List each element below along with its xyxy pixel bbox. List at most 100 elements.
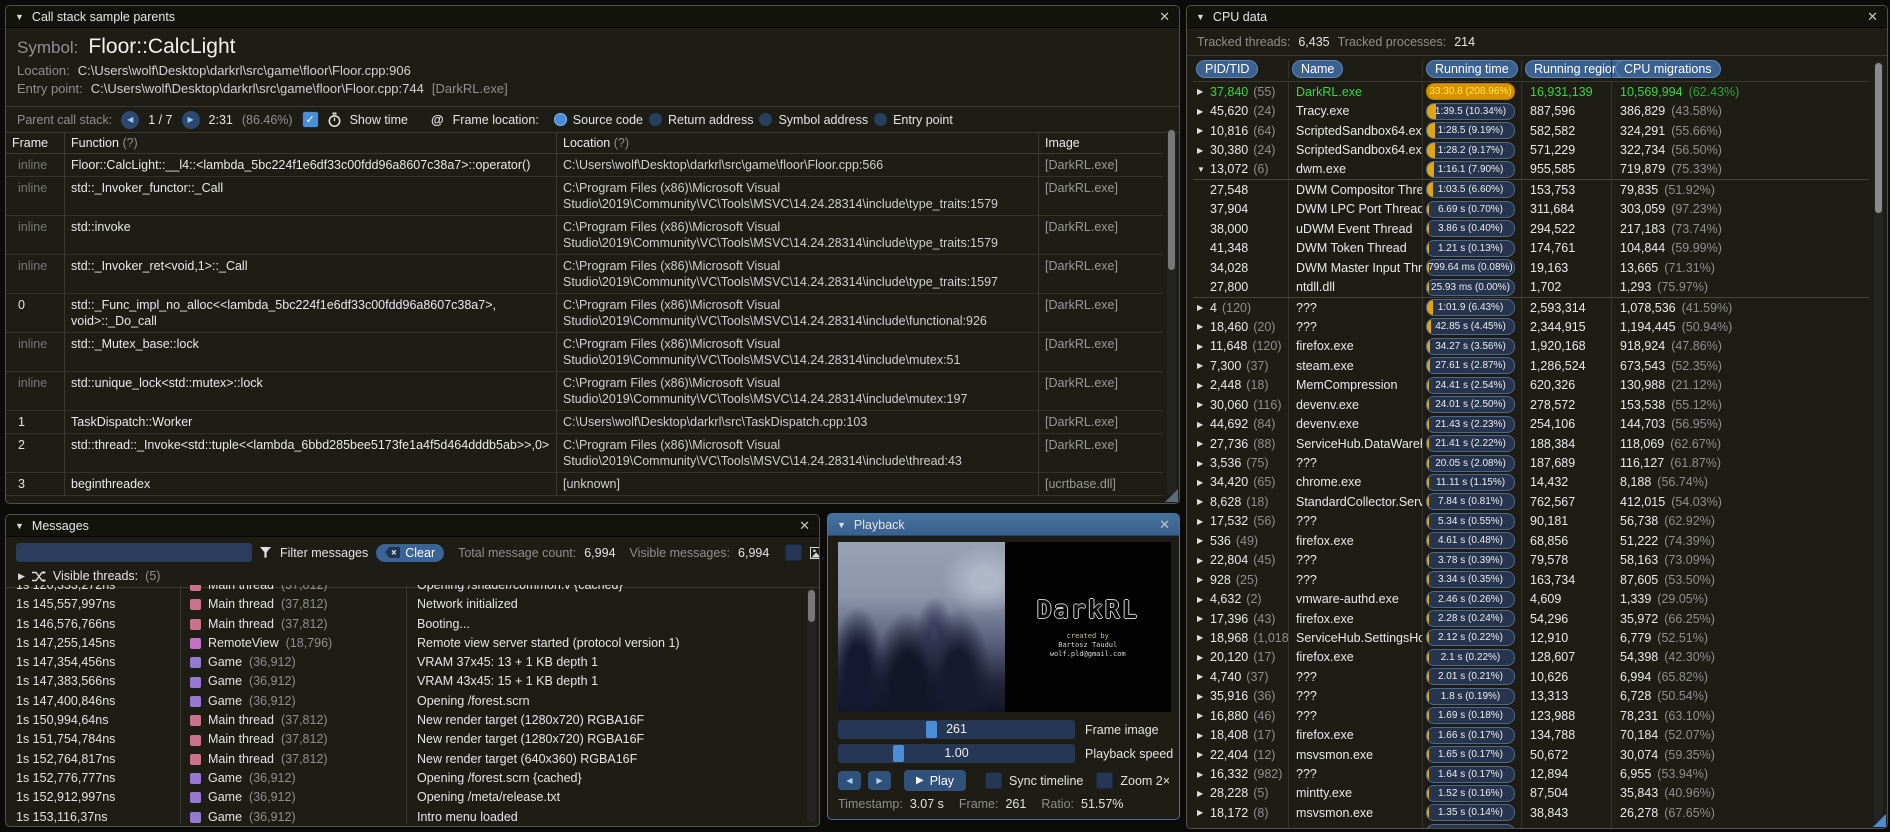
show-time-checkbox[interactable]: ✓ (301, 111, 319, 128)
help-icon[interactable]: (?) (122, 136, 137, 150)
expand-arrow-icon[interactable]: ▶ (1197, 497, 1210, 506)
cpu-table-row[interactable]: ▶ 30,060 (116) devenv.exe 24.01 s (2.50%) 278… (1193, 395, 1869, 415)
radio-option[interactable]: Entry point (874, 113, 953, 127)
cpu-table-row[interactable]: ▶ 4 (120)??? 1:01.9 (6.43%) 2,593,314 1,078,5… (1193, 297, 1869, 318)
expand-arrow-icon[interactable]: ▶ (1197, 770, 1210, 779)
cpu-table-row[interactable]: ▶ 3,536 (75)??? 20.05 s (2.08%) 187,689 116,1… (1193, 453, 1869, 473)
column-header-cpu-migrations[interactable]: CPU migrations (1615, 60, 1721, 78)
close-icon[interactable]: ✕ (799, 519, 810, 532)
next-callstack-button[interactable]: ▶ (181, 110, 200, 129)
sync-timeline-checkbox[interactable] (985, 772, 1003, 789)
cpu-table-row[interactable]: 41,348 DWM Token Thread 1.21 s (0.13%) 174,… (1193, 238, 1869, 258)
close-icon[interactable]: ✕ (1159, 10, 1170, 23)
cpu-table-row[interactable]: ▶ 18,408 (17) firefox.exe 1.66 s (0.17%) 134,… (1193, 725, 1869, 745)
callstack-table-row[interactable]: 0 std::_Func_impl_no_alloc<<lambda_5bc224… (6, 294, 1163, 333)
expand-arrow-icon[interactable]: ▶ (1197, 750, 1210, 759)
cpu-scrollbar[interactable] (1874, 61, 1883, 822)
expand-arrow-icon[interactable]: ▶ (1197, 808, 1210, 817)
expand-arrow-icon[interactable]: ▶ (1197, 478, 1210, 487)
message-row[interactable]: 1s 120,333,272ns Main thread (37,812) Openi… (6, 585, 805, 596)
cpu-table-row[interactable]: ▶ 10,816 (64) ScriptedSandbox64.exe 1:28.5 (… (1193, 120, 1869, 141)
expand-arrow-icon[interactable]: ▶ (1197, 146, 1210, 155)
play-button[interactable]: ▶ Play (904, 770, 967, 791)
function-column-header[interactable]: Function (?) (64, 133, 556, 153)
expand-arrow-icon[interactable]: ▶ (1197, 653, 1210, 662)
cpu-table-row[interactable]: ▶ 17,532 (56)??? 5.34 s (0.55%) 90,181 56,738… (1193, 511, 1869, 532)
playback-titlebar[interactable]: ▼ Playback ✕ (828, 514, 1179, 536)
cpu-table-row-partial[interactable] (1193, 822, 1869, 828)
expand-arrow-icon[interactable]: ▶ (1197, 672, 1210, 681)
expand-arrow-icon[interactable]: ▶ (1197, 361, 1210, 370)
collapse-icon[interactable]: ▼ (837, 520, 846, 530)
expand-arrow-icon[interactable]: ▶ (1197, 439, 1210, 448)
expand-arrow-icon[interactable]: ▶ (1197, 633, 1210, 642)
collapse-icon[interactable]: ▼ (15, 12, 24, 22)
frame-column-header[interactable]: Frame (6, 133, 64, 153)
message-row[interactable]: 1s 147,383,566ns Game (36,912) VRAM 43x45: … (6, 672, 805, 692)
callstack-table-row[interactable]: inline std::_Invoker_functor::_Call C:\Pro… (6, 177, 1163, 216)
expand-arrow-icon[interactable]: ▶ (1197, 692, 1210, 701)
cpu-scrollbar-handle[interactable] (1875, 63, 1882, 213)
cpu-table-row[interactable]: ▶ 17,396 (43) firefox.exe 2.28 s (0.24%) 54,2… (1193, 608, 1869, 629)
cpu-table-row[interactable]: ▶ 18,172 (8) msvsmon.exe 1.35 s (0.14%) 38,84… (1193, 803, 1869, 823)
callstack-table-row[interactable]: 1 TaskDispatch::Worker C:\Users\wolf\Deskt… (6, 411, 1163, 434)
cpu-table-row[interactable]: ▶ 20,120 (17) firefox.exe 2.1 s (0.22%) 128,6… (1193, 647, 1869, 668)
expand-arrow-icon[interactable]: ▶ (1197, 536, 1210, 545)
expand-arrow-icon[interactable]: ▶ (1197, 614, 1210, 623)
expand-arrow-icon[interactable]: ▶ (1197, 517, 1210, 526)
callstack-table-row[interactable]: inline std::unique_lock<std::mutex>::lock… (6, 372, 1163, 411)
expand-arrow-icon[interactable]: ▶ (1197, 731, 1210, 740)
cpu-table-row[interactable]: ▼ 13,072 (6) dwm.exe 1:16.1 (7.90%) 955,585 71… (1193, 159, 1869, 181)
cpu-table-row[interactable]: ▶ 28,228 (5) mintty.exe 1.52 s (0.16%) 87,504… (1193, 783, 1869, 804)
expand-arrow-icon[interactable]: ▶ (1197, 400, 1210, 409)
cpu-table-row[interactable]: ▶ 11,648 (120) firefox.exe 34.27 s (3.56%) 1,… (1193, 336, 1869, 357)
resize-grip[interactable] (1165, 489, 1178, 502)
expand-arrow-icon[interactable]: ▶ (1197, 789, 1210, 798)
cpu-table-row[interactable]: ▶8,628 (18) StandardCollector.Service.e 7.8… (1193, 492, 1869, 512)
help-icon[interactable]: (?) (614, 136, 629, 150)
zoom-2x-checkbox[interactable] (1096, 772, 1114, 789)
column-header-pid-tid[interactable]: PID/TID (1196, 60, 1259, 78)
messages-titlebar[interactable]: ▼ Messages ✕ (6, 515, 819, 537)
callstack-titlebar[interactable]: ▼ Call stack sample parents ✕ (6, 6, 1179, 28)
message-row[interactable]: 1s 152,776,777ns Game (36,912) Opening /for… (6, 768, 805, 789)
cpu-table-row[interactable]: ▶ 35,916 (36)??? 1.8 s (0.19%) 13,313 6,728 (5… (1193, 686, 1869, 706)
next-frame-button[interactable]: ▶ (868, 771, 891, 790)
message-row[interactable]: 1s 153,116,37ns Game (36,912) Intro menu lo… (6, 807, 805, 824)
image-column-header[interactable]: Image (1038, 133, 1163, 153)
filter-input[interactable] (16, 543, 252, 562)
resize-grip[interactable] (1873, 814, 1886, 827)
column-header-running-time[interactable]: Running time (1426, 60, 1518, 78)
messages-scrollbar[interactable] (807, 588, 816, 822)
cpu-data-titlebar[interactable]: ▼ CPU data ✕ (1187, 6, 1887, 28)
cpu-table-row[interactable]: ▶ 30,380 (24) ScriptedSandbox64.exe 1:28.2 (… (1193, 140, 1869, 160)
radio-icon[interactable] (759, 113, 773, 126)
radio-option[interactable]: Symbol address (759, 113, 868, 127)
collapse-arrow-icon[interactable]: ▼ (1197, 165, 1210, 174)
radio-icon[interactable] (648, 113, 662, 126)
cpu-table-row[interactable]: ▶ 4,740 (37)??? 2.01 s (0.21%) 10,626 6,994 (6… (1193, 667, 1869, 687)
message-row[interactable]: 1s 152,912,997ns Game (36,912) Opening /met… (6, 788, 805, 808)
message-row[interactable]: 1s 146,576,766ns Main thread (37,812) Booti… (6, 614, 805, 634)
frame-image-slider[interactable]: 261 (838, 720, 1075, 739)
message-row[interactable]: 1s 147,400,846ns Game (36,912) Opening /for… (6, 691, 805, 712)
cpu-table-row[interactable]: ▶ 16,332 (982)??? 1.64 s (0.17%) 12,894 6,955… (1193, 764, 1869, 784)
cpu-table-row[interactable]: ▶ 18,460 (20)??? 42.85 s (4.45%) 2,344,915 1,… (1193, 317, 1869, 337)
expand-arrow-icon[interactable]: ▶ (1197, 595, 1210, 604)
cpu-table-row[interactable]: ▶ 44,692 (84) devenv.exe 21.43 s (2.23%) 254,… (1193, 414, 1869, 434)
expand-arrow-icon[interactable]: ▶ (1197, 381, 1210, 390)
message-row[interactable]: 1s 150,994,64ns Main thread (37,812) New re… (6, 711, 805, 731)
cpu-table-row[interactable]: 38,000 uDWM Event Thread 3.86 s (0.40%) 294… (1193, 219, 1869, 239)
cpu-table-row[interactable]: ▶ 45,620 (24) Tracy.exe 1:39.5 (10.34%) 887,5… (1193, 101, 1869, 121)
expand-arrow-icon[interactable]: ▶ (1197, 575, 1210, 584)
cpu-table-row[interactable]: ▶ 928 (25)??? 3.34 s (0.35%) 163,734 87,605 (5… (1193, 569, 1869, 590)
playback-speed-slider[interactable]: 1.00 (838, 744, 1075, 763)
callstack-scrollbar-handle[interactable] (1168, 130, 1175, 270)
radio-option[interactable]: Source code (553, 113, 643, 127)
cpu-table-row[interactable]: ▶ 37,840 (55) DarkRL.exe 33:30.8 (208.96%) 16… (1193, 82, 1869, 102)
expand-arrow-icon[interactable]: ▶ (1197, 126, 1210, 135)
callstack-table-row[interactable]: inline std::invoke C:\Program Files (x86)\… (6, 216, 1163, 255)
collapse-icon[interactable]: ▼ (15, 521, 24, 531)
cpu-table-row[interactable]: 27,548 DWM Compositor Thread 1:03.5 (6.60%… (1193, 180, 1869, 200)
cpu-table-row[interactable]: ▶ 7,300 (37) steam.exe 27.61 s (2.87%) 1,286,… (1193, 356, 1869, 376)
